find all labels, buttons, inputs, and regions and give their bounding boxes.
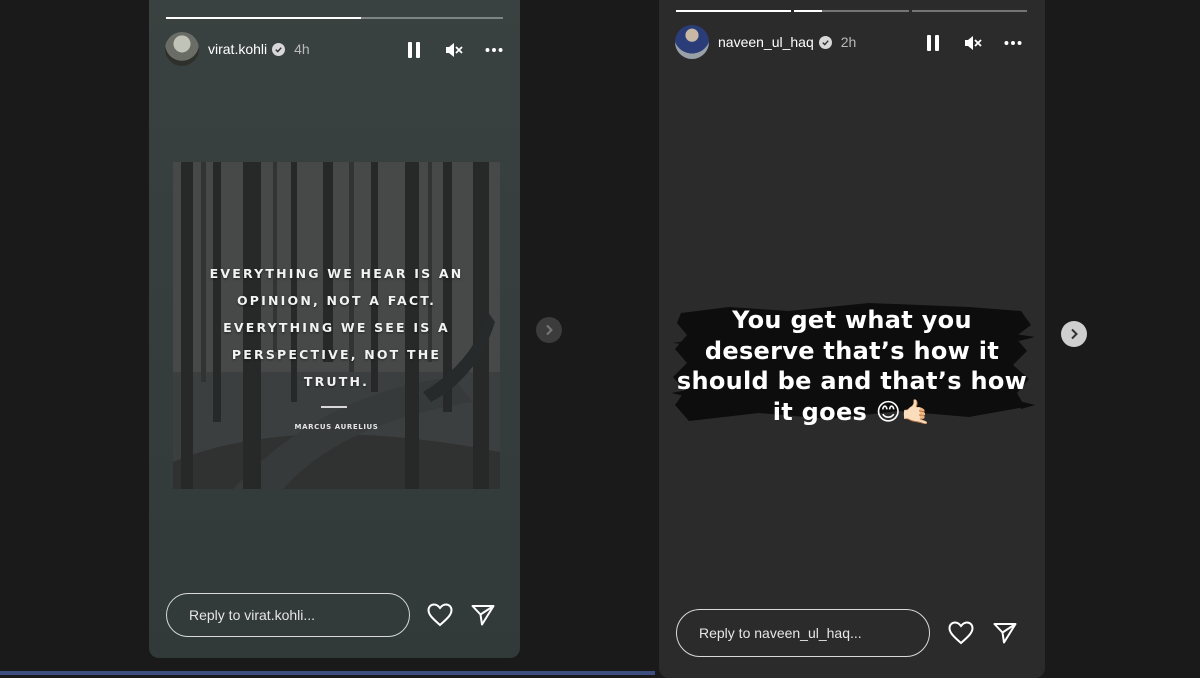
story-controls	[405, 41, 503, 59]
quote-author: MARCUS AURELIUS	[294, 423, 379, 431]
story-header: virat.kohli 4h	[165, 32, 310, 66]
sticker-line: it goes 😊🤙🏻	[772, 397, 932, 426]
next-story-button[interactable]	[536, 317, 562, 343]
story-header: naveen_ul_haq 2h	[675, 25, 856, 59]
quote-image: EVERYTHING WE HEAR IS AN OPINION, NOT A …	[173, 162, 500, 489]
story-virat-kohli: virat.kohli 4h EVERYTHING WE HEAR IS AN …	[149, 0, 520, 658]
next-story-button[interactable]	[1061, 321, 1087, 347]
story-time: 2h	[840, 34, 857, 50]
quote-divider	[321, 406, 347, 408]
chevron-right-icon	[1071, 328, 1078, 340]
text-sticker: You get what you deserve that’s how it s…	[669, 293, 1035, 431]
sticker-line: should be and that’s how	[676, 367, 1028, 395]
username[interactable]: virat.kohli	[208, 41, 267, 57]
avatar[interactable]	[675, 25, 709, 59]
reply-input[interactable]: Reply to naveen_ul_haq...	[676, 609, 930, 657]
progress-segment	[676, 10, 791, 12]
story-progress	[676, 10, 1027, 12]
story-naveen-ul-haq: naveen_ul_haq 2h You get what you deserv…	[659, 0, 1045, 678]
progress-segment	[794, 10, 909, 12]
story-time: 4h	[294, 41, 310, 57]
send-icon[interactable]	[992, 620, 1018, 646]
reply-input[interactable]: Reply to virat.kohli...	[166, 593, 410, 637]
reply-bar: Reply to naveen_ul_haq...	[676, 609, 1018, 657]
chevron-right-icon	[546, 324, 553, 336]
reply-bar: Reply to virat.kohli...	[166, 593, 496, 637]
username[interactable]: naveen_ul_haq	[718, 34, 814, 50]
pause-icon[interactable]	[405, 41, 423, 59]
taskbar-edge	[0, 671, 655, 675]
avatar[interactable]	[165, 32, 199, 66]
heart-icon[interactable]	[948, 620, 974, 646]
more-icon[interactable]	[1004, 34, 1022, 52]
progress-segment	[912, 10, 1027, 12]
pause-icon[interactable]	[924, 34, 942, 52]
story-progress	[166, 17, 503, 19]
send-icon[interactable]	[470, 602, 496, 628]
quote-text: EVERYTHING WE HEAR IS AN OPINION, NOT A …	[209, 266, 464, 389]
sticker-line: deserve that’s how it	[704, 336, 1000, 365]
sticker-line: You get what you	[732, 306, 972, 334]
progress-segment	[166, 17, 503, 19]
heart-icon[interactable]	[427, 602, 453, 628]
mute-icon[interactable]	[964, 34, 982, 52]
mute-icon[interactable]	[445, 41, 463, 59]
sticker-text: You get what you deserve that’s how it s…	[669, 305, 1035, 427]
more-icon[interactable]	[485, 41, 503, 59]
verified-badge-icon	[272, 42, 286, 56]
verified-badge-icon	[818, 35, 832, 49]
story-controls	[924, 34, 1022, 52]
